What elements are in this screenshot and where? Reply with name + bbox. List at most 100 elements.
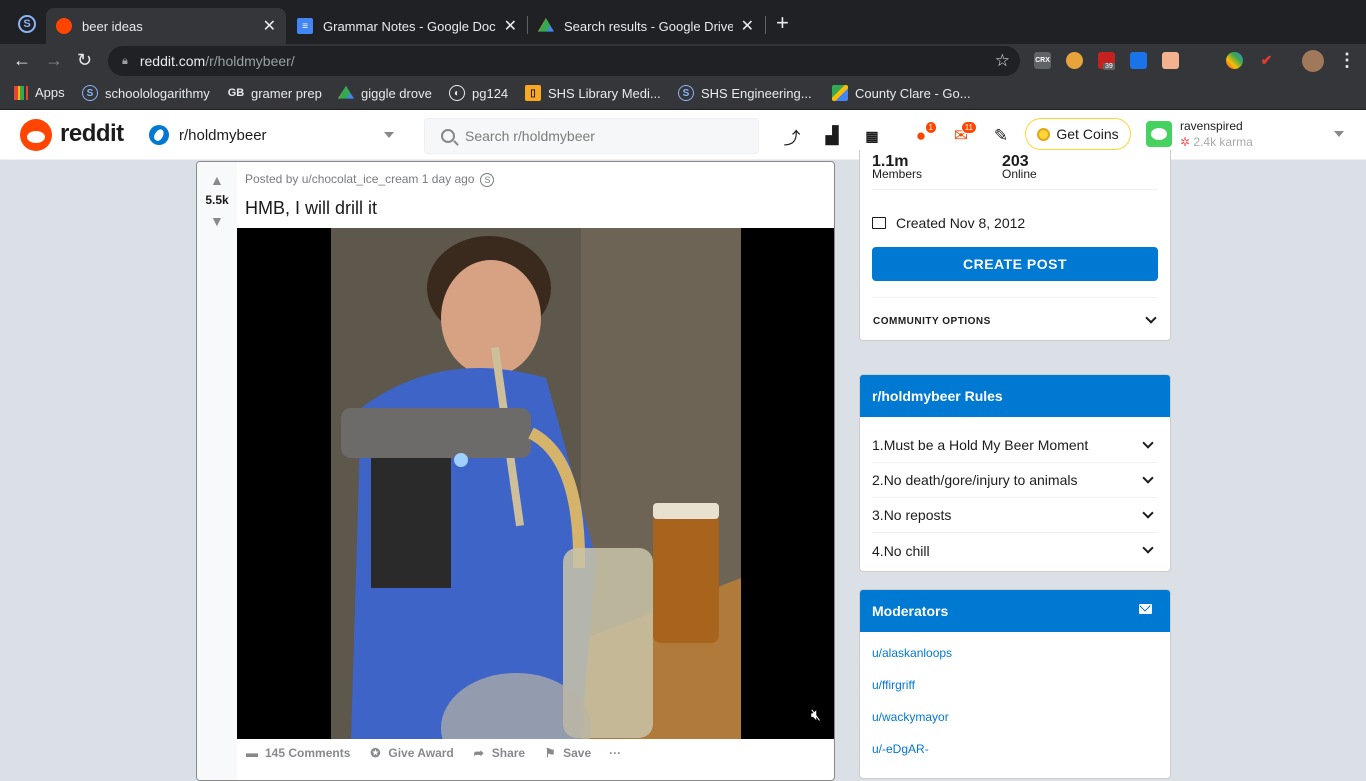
post-card[interactable]: ▲ 5.5k ▼ Posted by u/chocolat_ice_cream … [196, 161, 835, 781]
save-bookmark-icon: ⚑ [544, 746, 556, 760]
give-award-button[interactable]: ✪ Give Award [368, 746, 453, 760]
chrome-menu-icon[interactable]: ⋮ [1338, 50, 1356, 71]
crx-extension-icon[interactable]: CRX [1034, 52, 1051, 69]
rules-card: r/holdmybeer Rules 1. Must be a Hold My B… [859, 374, 1171, 572]
puzzle-extension-icon[interactable] [1194, 52, 1211, 69]
profile-schoology-icon[interactable]: S [18, 15, 36, 33]
bookmark-county-clare[interactable]: County Clare - Go... [832, 85, 971, 101]
user-dropdown[interactable]: ravenspired ✲ 2.4k karma [1146, 116, 1360, 152]
search-box[interactable] [424, 118, 759, 154]
rule-text: No death/gore/injury to animals [883, 472, 1078, 488]
comments-button[interactable]: ▬ 145 Comments [245, 746, 350, 760]
bookmark-schoolologarithmy[interactable]: S schoolologarithmy [82, 85, 210, 101]
more-options-icon: ··· [609, 746, 622, 760]
rule-item[interactable]: 1. Must be a Hold My Beer Moment [872, 428, 1158, 463]
bookmark-label: County Clare - Go... [855, 85, 971, 101]
save-button[interactable]: ⚑ Save [543, 746, 591, 760]
search-input[interactable] [465, 128, 745, 144]
tab-google-drive[interactable]: Search results - Google Drive ✕ [528, 8, 764, 44]
create-post-button[interactable]: CREATE POST [872, 247, 1158, 281]
moderator-link[interactable]: u/alaskanloops [872, 646, 952, 660]
moderator-link[interactable]: u/-eDgAR- [872, 742, 929, 756]
extension-badge: 39 [1103, 63, 1115, 70]
tab-beer-ideas[interactable]: beer ideas ✕ [46, 8, 286, 44]
bookmark-giggle-drove[interactable]: giggle drove [338, 85, 432, 101]
mute-icon[interactable]: 🔇︎ [811, 707, 821, 725]
new-tab-button[interactable]: + [776, 12, 789, 34]
red-check-extension-icon[interactable]: ✔ [1258, 52, 1275, 69]
chat-icon[interactable]: ● 1 [911, 121, 937, 146]
share-button[interactable]: ➦ Share [472, 746, 525, 760]
vote-score: 5.5k [205, 193, 229, 207]
share-icon: ➦ [473, 746, 484, 760]
bookmark-star-icon[interactable]: ☆ [995, 51, 1010, 71]
reddit-favicon-icon [56, 18, 72, 34]
rule-number: 1. [872, 437, 884, 453]
online-count: 203 [1002, 153, 1029, 170]
color-wheel-extension-icon[interactable] [1226, 52, 1243, 69]
create-post-pencil-icon[interactable]: ✎ [991, 126, 1011, 146]
community-dropdown[interactable]: r/holdmybeer [148, 110, 402, 160]
more-options-button[interactable]: ··· [609, 746, 621, 760]
bookmark-label: pg124 [472, 85, 509, 101]
community-options-toggle[interactable]: COMMUNITY OPTIONS [873, 316, 991, 327]
post-actions: ▬ 145 Comments ✪ Give Award ➦ Share ⚑ Save ·… [245, 746, 639, 760]
bookmark-gramer-prep[interactable]: GB gramer prep [228, 85, 322, 101]
get-coins-button[interactable]: Get Coins [1025, 118, 1131, 150]
bookmark-apps[interactable]: Apps [14, 85, 65, 100]
reddit-logo-icon[interactable] [20, 119, 52, 151]
rule-number: 4. [872, 542, 884, 559]
stats-icon[interactable]: ▟ [822, 126, 842, 146]
message-mods-icon[interactable] [1139, 604, 1152, 614]
moderators-card: Moderators u/alaskanloops u/ffirgriff u/… [859, 589, 1171, 779]
moderators-title: Moderators [872, 603, 949, 619]
post-title[interactable]: HMB, I will drill it [245, 198, 377, 219]
post-author-line[interactable]: Posted by u/chocolat_ice_cream 1 day ago [245, 172, 474, 186]
apps-grid-icon [14, 85, 28, 100]
tab-grammar-notes[interactable]: ≡ Grammar Notes - Google Docs ✕ [287, 8, 527, 44]
chevron-down-icon [1142, 472, 1154, 484]
inbox-icon[interactable]: ✉ 11 [951, 121, 977, 146]
chevron-down-icon [1142, 437, 1154, 449]
video-still-image [331, 228, 741, 739]
rule-item[interactable]: 2. No death/gore/injury to animals [872, 463, 1158, 498]
google-drive-icon [538, 18, 554, 32]
members-stat: 1.1m Members [872, 153, 922, 181]
bookmark-label: SHS Engineering... [701, 85, 812, 101]
bookmark-shs-engineering[interactable]: S SHS Engineering... [678, 85, 812, 101]
close-tab-icon[interactable]: ✕ [263, 16, 276, 36]
save-label: Save [563, 746, 592, 760]
trending-icon[interactable]: ⤴ [782, 126, 802, 148]
address-bar[interactable]: 🔒︎ reddit.com/r/holdmybeer/ ☆ [108, 46, 1020, 76]
close-tab-icon[interactable]: ✕ [741, 16, 754, 36]
face-extension-icon[interactable] [1162, 52, 1179, 69]
chevron-down-icon [384, 132, 394, 138]
close-tab-icon[interactable]: ✕ [504, 16, 517, 36]
divider [872, 297, 1158, 298]
back-icon[interactable]: ← [13, 50, 31, 71]
rule-item[interactable]: 3. No reposts [872, 498, 1158, 533]
profile-avatar-icon[interactable] [1302, 50, 1324, 72]
reload-icon[interactable]: ↻ [77, 50, 92, 71]
forward-icon[interactable]: → [45, 50, 63, 71]
upvote-icon[interactable]: ▲ [210, 172, 224, 188]
bookmark-shs-library[interactable]: ▯ SHS Library Medi... [525, 85, 661, 101]
reddit-wordmark[interactable]: reddit [60, 120, 124, 148]
schoology-icon: S [82, 85, 98, 101]
chevron-down-icon[interactable] [1145, 312, 1157, 324]
checkmark-extension-icon[interactable] [1130, 52, 1147, 69]
tab-title: Search results - Google Drive [564, 18, 733, 34]
video-player[interactable]: 🔇︎ [237, 228, 834, 739]
give-award-label: Give Award [388, 746, 454, 760]
moderator-link[interactable]: u/ffirgriff [872, 678, 915, 692]
downvote-icon[interactable]: ▼ [210, 213, 224, 229]
owl-extension-icon[interactable] [1066, 52, 1083, 69]
rpan-icon[interactable]: ▦ [862, 126, 882, 146]
rule-number: 2. [872, 472, 884, 488]
created-date: Created Nov 8, 2012 [872, 215, 1025, 231]
community-name: r/holdmybeer [179, 126, 267, 144]
rule-item[interactable]: 4. No chill [872, 533, 1158, 568]
bookmark-pg124[interactable]: ◐ pg124 [449, 85, 508, 101]
gb-icon: GB [227, 87, 245, 99]
moderator-link[interactable]: u/wackymayor [872, 710, 949, 724]
